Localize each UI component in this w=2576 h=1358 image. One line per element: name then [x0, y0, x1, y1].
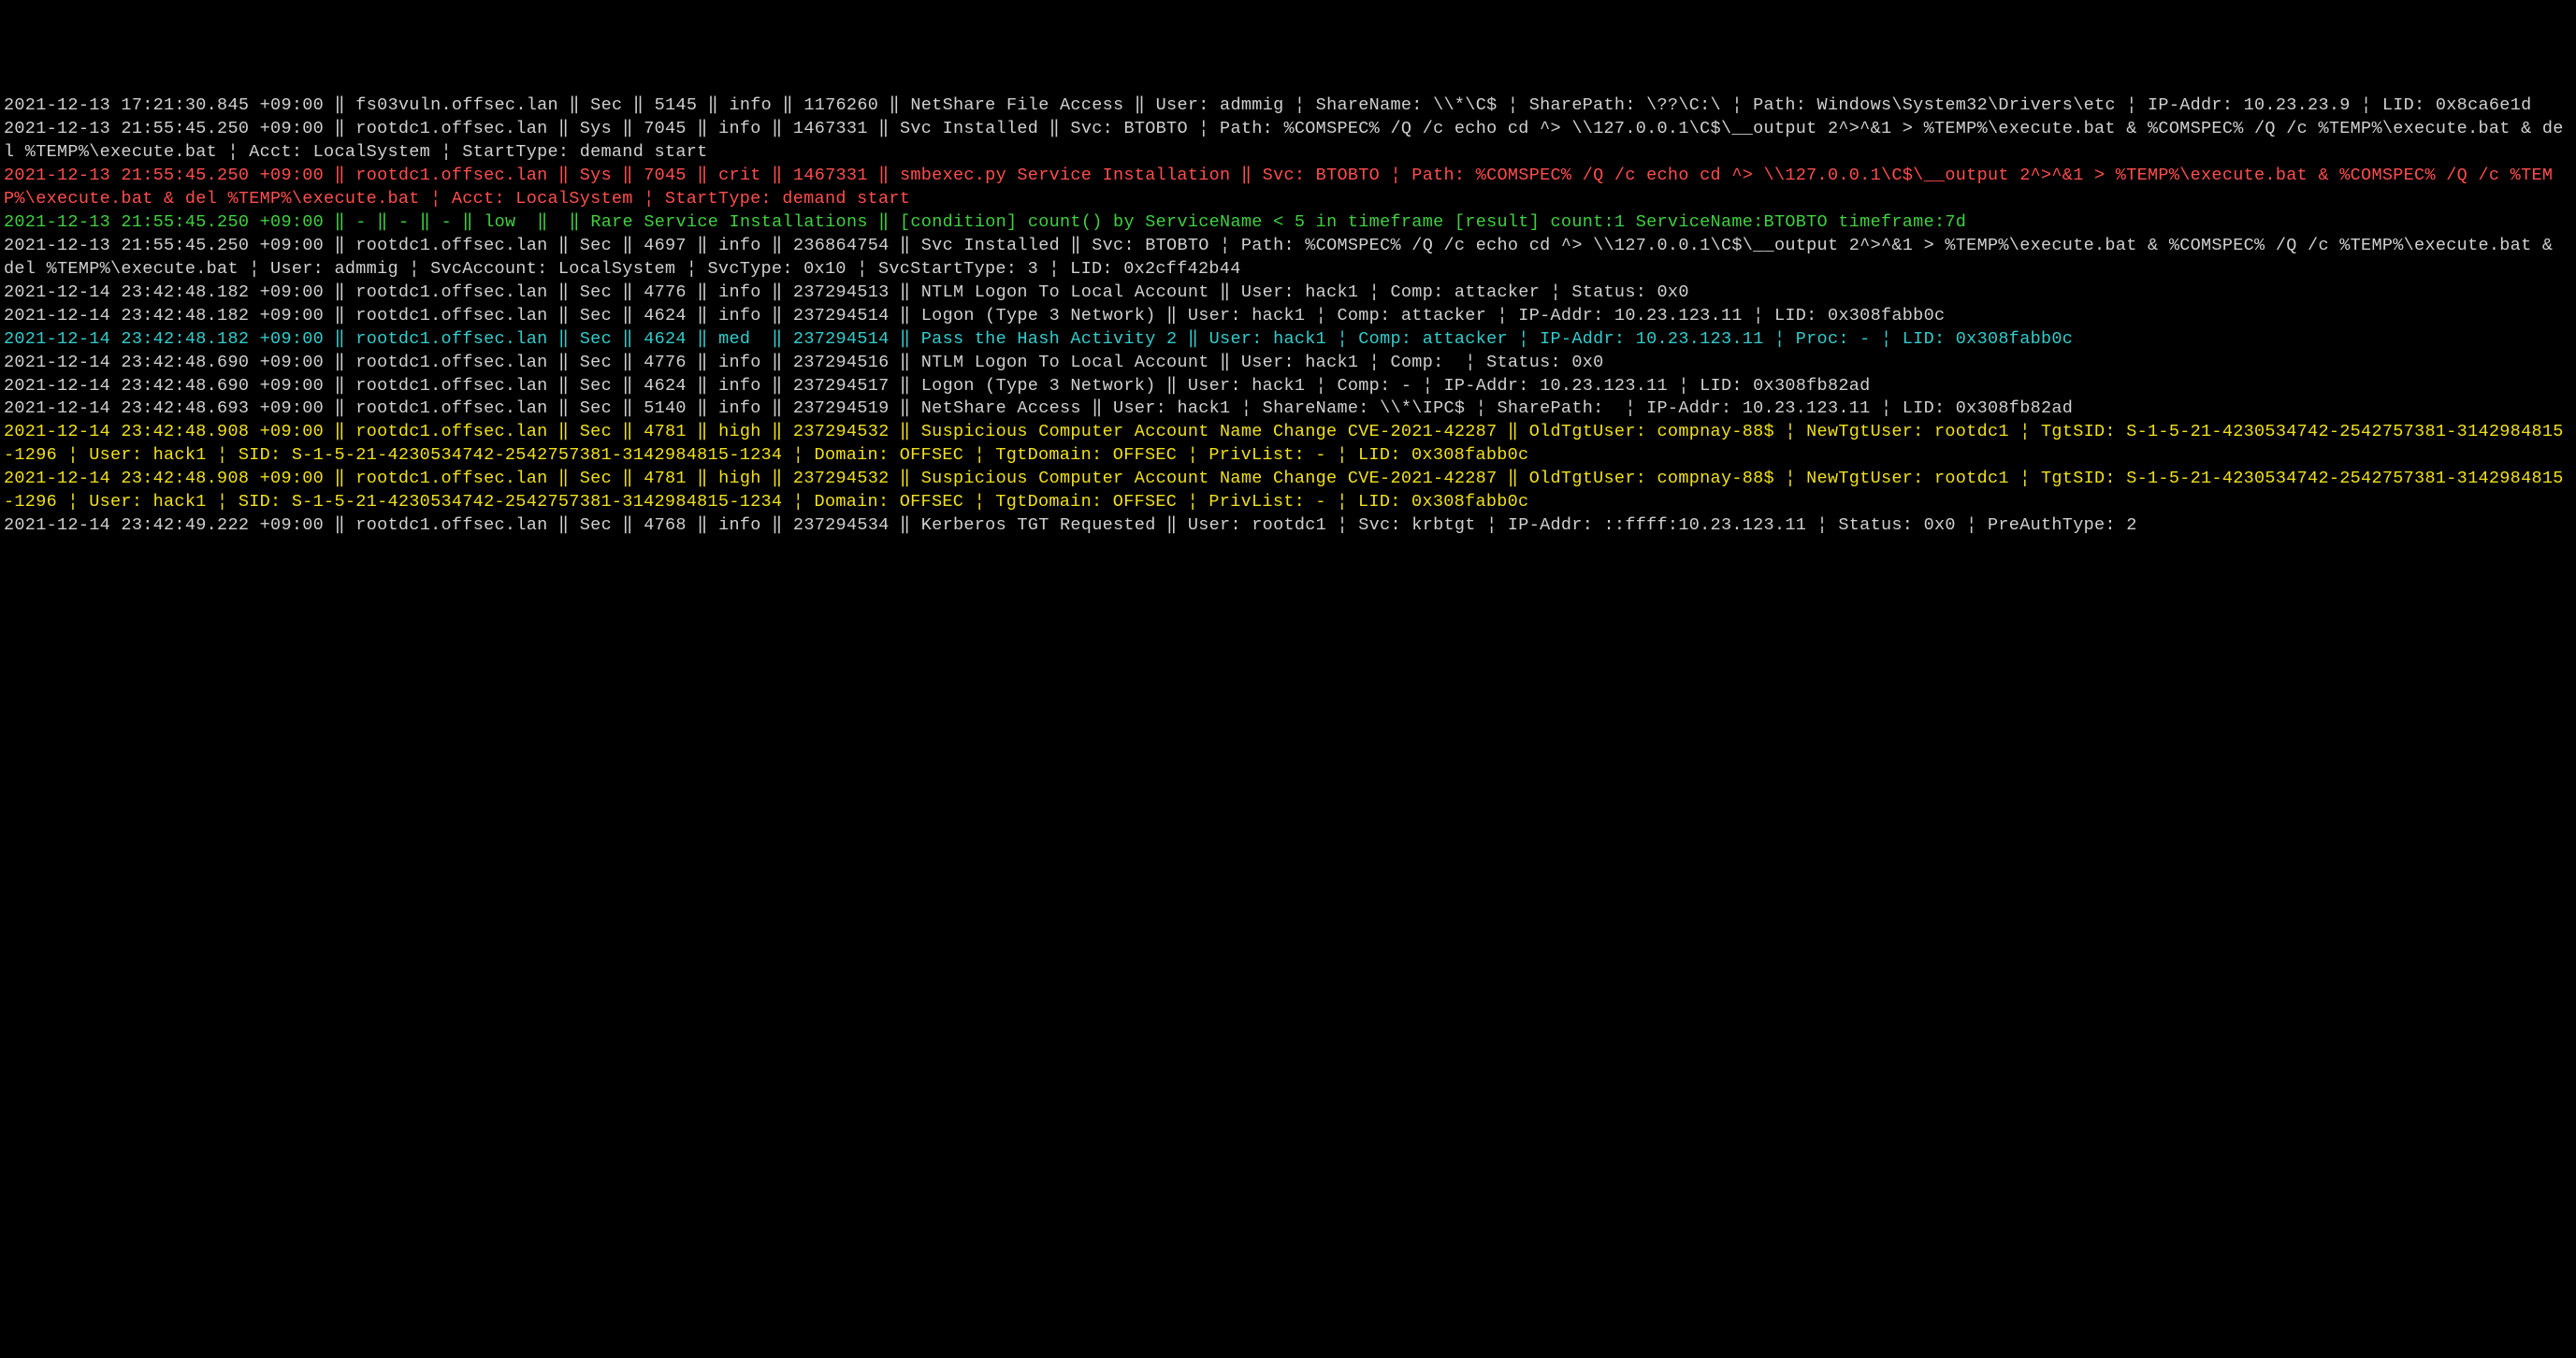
- log-line: 2021-12-14 23:42:48.690 +09:00 ‖ rootdc1…: [4, 352, 2572, 375]
- log-line: 2021-12-14 23:42:48.908 +09:00 ‖ rootdc1…: [4, 421, 2572, 468]
- log-line: 2021-12-13 17:21:30.845 +09:00 ‖ fs03vul…: [4, 94, 2572, 118]
- log-line: 2021-12-14 23:42:48.182 +09:00 ‖ rootdc1…: [4, 305, 2572, 328]
- log-line: 2021-12-14 23:42:48.908 +09:00 ‖ rootdc1…: [4, 468, 2572, 514]
- log-line: 2021-12-14 23:42:49.222 +09:00 ‖ rootdc1…: [4, 514, 2572, 538]
- log-line: 2021-12-13 21:55:45.250 +09:00 ‖ rootdc1…: [4, 235, 2572, 282]
- log-output: 2021-12-13 17:21:30.845 +09:00 ‖ fs03vul…: [4, 94, 2572, 538]
- log-line: 2021-12-14 23:42:48.182 +09:00 ‖ rootdc1…: [4, 328, 2572, 352]
- log-line: 2021-12-14 23:42:48.182 +09:00 ‖ rootdc1…: [4, 282, 2572, 305]
- log-line: 2021-12-13 21:55:45.250 +09:00 ‖ rootdc1…: [4, 165, 2572, 211]
- log-line: 2021-12-14 23:42:48.690 +09:00 ‖ rootdc1…: [4, 375, 2572, 398]
- log-line: 2021-12-14 23:42:48.693 +09:00 ‖ rootdc1…: [4, 397, 2572, 421]
- log-line: 2021-12-13 21:55:45.250 +09:00 ‖ - ‖ - ‖…: [4, 211, 2572, 235]
- log-line: 2021-12-13 21:55:45.250 +09:00 ‖ rootdc1…: [4, 118, 2572, 165]
